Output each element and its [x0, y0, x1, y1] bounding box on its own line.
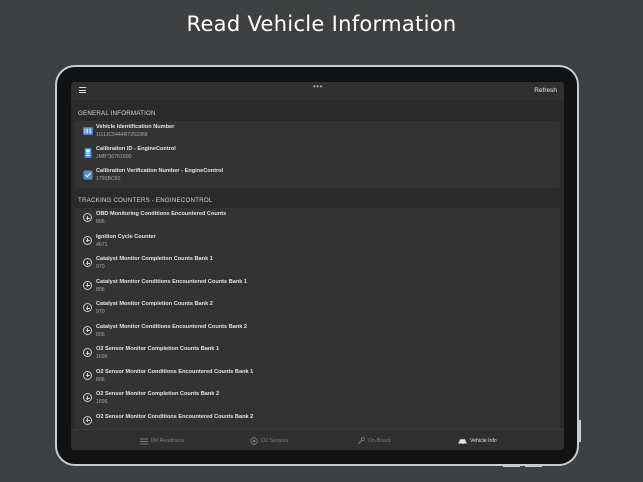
list-item[interactable]: Catalyst Monitor Conditions Encountered …: [75, 276, 560, 298]
list-item[interactable]: O2 Sensor Monitor Conditions Encountered…: [75, 366, 560, 388]
general-info-card: Vehicle Identification Number 1G1JC5444R…: [75, 121, 560, 188]
expand-plus-icon[interactable]: [83, 303, 92, 312]
expand-plus-icon[interactable]: [83, 325, 92, 335]
item-value: 1696: [96, 354, 108, 360]
section-title-tracking: TRACKING COUNTERS - ENGINECONTROL: [78, 197, 213, 204]
expand-plus-icon[interactable]: [83, 348, 92, 357]
item-label: O2 Sensor Monitor Completion Counts Bank…: [96, 346, 220, 352]
list-item[interactable]: OBD Monitoring Conditions Encountered Co…: [75, 208, 560, 230]
item-value: 806: [96, 376, 105, 383]
list-item[interactable]: O2 Sensor Monitor Completion Counts Bank…: [75, 388, 560, 410]
item-value: 1791BC82: [96, 176, 121, 182]
item-value: JMB*36761500: [96, 154, 132, 160]
bottom-button: [503, 465, 520, 467]
app-screen: ••• Refresh GENERAL INFORMATION Vehicle …: [71, 82, 564, 450]
bottom-tab-bar: I/M Readiness O2 Sensors On-Board Vehicl…: [71, 429, 564, 450]
item-value: 1696: [96, 399, 108, 405]
item-label: Catalyst Monitor Conditions Encountered …: [96, 323, 248, 330]
expand-plus-icon[interactable]: [83, 393, 92, 402]
list-item[interactable]: Catalyst Monitor Completion Counts Bank …: [75, 253, 560, 275]
list-item[interactable]: Catalyst Monitor Completion Counts Bank …: [75, 298, 560, 320]
item-value: 806: [96, 286, 105, 293]
tab-vehicle-info[interactable]: Vehicle Info: [458, 436, 497, 446]
tab-o2-sensors[interactable]: O2 Sensors: [250, 436, 288, 446]
item-value: 4671: [96, 241, 108, 248]
expand-plus-icon[interactable]: [83, 235, 92, 245]
section-title-general: GENERAL INFORMATION: [78, 110, 156, 117]
top-bar: ••• Refresh: [71, 82, 564, 100]
expand-plus-icon[interactable]: [83, 415, 92, 425]
item-label: Catalyst Monitor Completion Counts Bank …: [96, 301, 213, 307]
expand-plus-icon[interactable]: [83, 258, 92, 267]
item-label: Ignition Cycle Counter: [96, 233, 156, 240]
item-value: 806: [96, 219, 105, 225]
list-icon: [140, 438, 148, 444]
verify-chip-icon: [83, 170, 93, 180]
headline: Read Vehicle Information: [186, 12, 457, 36]
list-item[interactable]: Calibration ID - EngineControl JMB*36761…: [75, 143, 560, 165]
item-label: O2 Sensor Monitor Conditions Encountered…: [96, 368, 254, 375]
item-label: Vehicle Identification Number: [96, 124, 175, 130]
item-value: 970: [96, 309, 105, 315]
sensor-icon: [250, 437, 258, 445]
list-item[interactable]: O2 Sensor Monitor Completion Counts Bank…: [75, 343, 560, 365]
tab-label: O2 Sensors: [261, 438, 289, 444]
item-label: O2 Sensor Monitor Completion Counts Bank…: [96, 391, 220, 397]
expand-plus-icon[interactable]: [83, 370, 92, 380]
item-value: 970: [96, 264, 105, 270]
item-value: 1G1JC5444R7252368: [96, 132, 148, 138]
item-label: O2 Sensor Monitor Conditions Encountered…: [96, 413, 254, 420]
item-label: OBD Monitoring Conditions Encountered Co…: [96, 211, 227, 217]
multitask-dots[interactable]: •••: [313, 82, 323, 91]
bottom-button: [525, 465, 542, 467]
item-label: Catalyst Monitor Conditions Encountered …: [96, 278, 248, 285]
side-button: [578, 420, 581, 442]
tracking-counters-card: OBD Monitoring Conditions Encountered Co…: [75, 208, 560, 429]
car-icon: [458, 438, 467, 445]
refresh-button[interactable]: Refresh: [534, 87, 557, 94]
tab-label: On-Board: [368, 438, 391, 444]
item-label: Catalyst Monitor Completion Counts Bank …: [96, 256, 213, 262]
list-item[interactable]: Calibration Verification Number - Engine…: [75, 165, 560, 187]
item-label: Calibration ID - EngineControl: [96, 146, 176, 152]
id-card-icon: [84, 148, 92, 158]
tab-on-board[interactable]: On-Board: [357, 436, 391, 446]
expand-plus-icon[interactable]: [83, 213, 92, 222]
list-item[interactable]: Vehicle Identification Number 1G1JC5444R…: [75, 121, 560, 143]
hamburger-menu-icon[interactable]: [79, 87, 86, 93]
tab-label: I/M Readiness: [151, 438, 185, 444]
tab-im-readiness[interactable]: I/M Readiness: [140, 436, 184, 446]
barcode-icon: [83, 127, 93, 135]
list-item[interactable]: Catalyst Monitor Conditions Encountered …: [75, 321, 560, 343]
item-value: 806: [96, 331, 105, 338]
tab-label: Vehicle Info: [470, 438, 497, 444]
wrench-icon: [357, 437, 365, 445]
list-item[interactable]: Ignition Cycle Counter 4671: [75, 231, 560, 253]
expand-plus-icon[interactable]: [83, 280, 92, 290]
item-label: Calibration Verification Number - Engine…: [96, 168, 224, 174]
